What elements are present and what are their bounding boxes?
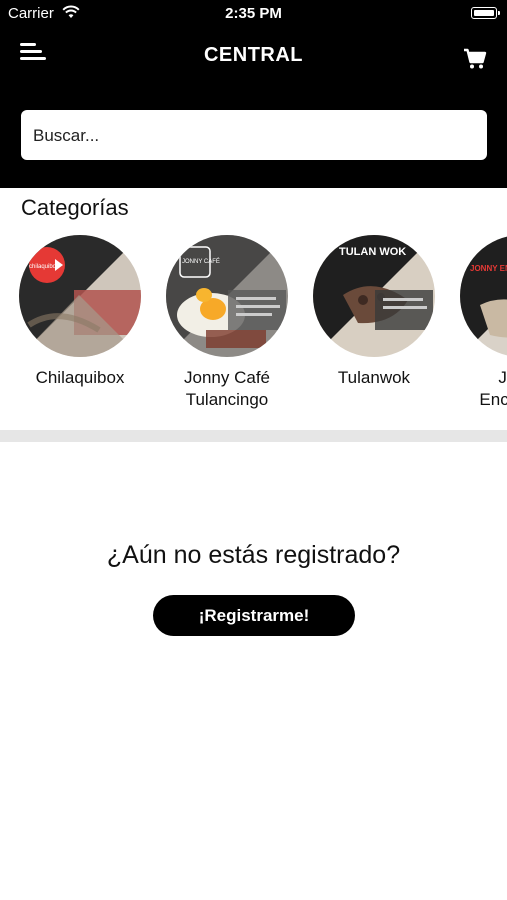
svg-text:TULAN WOK: TULAN WOK [339, 246, 406, 258]
category-image: TULAN WOK [313, 235, 435, 357]
category-chilaquibox[interactable]: chilaquibox Chilaquibox [5, 235, 155, 389]
category-image: JONNY ENCHILADAS [460, 235, 507, 357]
category-label: Jonny Enchiladas [479, 368, 507, 409]
status-bar: Carrier 2:35 PM [0, 0, 507, 28]
status-time: 2:35 PM [225, 5, 282, 22]
cart-icon[interactable] [463, 48, 487, 70]
svg-text:JONNY CAFÉ: JONNY CAFÉ [182, 258, 220, 265]
search-bar[interactable] [21, 110, 487, 162]
svg-text:JONNY ENCHILADAS: JONNY ENCHILADAS [470, 264, 507, 273]
category-label: Tulanwok [337, 368, 411, 387]
category-image: JONNY CAFÉ [166, 235, 288, 357]
svg-text:chilaquibox: chilaquibox [29, 264, 59, 270]
page-title: CENTRAL [203, 44, 304, 66]
register-button[interactable]: ¡Registrarme! [153, 595, 355, 636]
search-input[interactable] [31, 110, 481, 162]
category-jonny-enchiladas[interactable]: JONNY ENCHILADAS Jonny Enchiladas [446, 235, 507, 411]
register-question: ¿Aún no estás registrado? [106, 541, 401, 569]
battery-icon [471, 7, 500, 19]
category-label: Chilaquibox [35, 368, 125, 387]
categories-heading: Categorías [21, 195, 129, 220]
category-label: Jonny Café Tulancingo [184, 368, 270, 409]
category-jonny-cafe[interactable]: JONNY CAFÉ Jonny Café Tulancingo [152, 235, 302, 411]
section-divider [0, 430, 507, 442]
app-header: Carrier 2:35 PM CENTRAL [0, 0, 507, 188]
category-tulanwok[interactable]: TULAN WOK Tulanwok [299, 235, 449, 389]
categories-carousel[interactable]: chilaquibox Chilaquibox JONNY CAFÉ Jonny… [0, 235, 507, 420]
category-image: chilaquibox [19, 235, 141, 357]
